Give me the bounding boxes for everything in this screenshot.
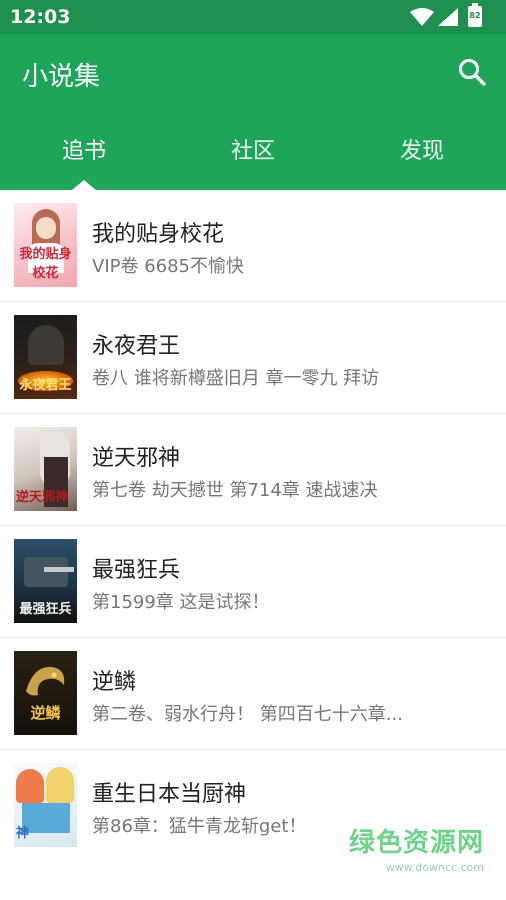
- book-cover: 神: [14, 763, 77, 847]
- book-cover: 逆鳞: [14, 651, 77, 735]
- tab-bar: 追书 社区 发现: [0, 130, 506, 190]
- book-list: 我的贴身校花 我的贴身校花 VIP卷 6685不愉快 永夜君王 永夜君王 卷八 …: [0, 190, 506, 862]
- watermark-name: 绿色资源网: [348, 828, 484, 858]
- status-icons: 82: [410, 3, 490, 28]
- book-title: 我的贴身校花: [92, 222, 225, 247]
- cover-title: 逆鳞: [30, 704, 61, 722]
- search-icon[interactable]: [456, 56, 488, 88]
- book-item[interactable]: 逆天邪神 逆天邪神 第七卷 劫天撼世 第714章 速战速决: [0, 414, 506, 526]
- book-cover: 我的贴身校花: [14, 203, 77, 287]
- book-cover: 最强狂兵: [14, 539, 77, 623]
- book-cover: 永夜君王: [14, 315, 77, 399]
- tab-shequ[interactable]: 社区: [169, 130, 337, 190]
- book-title: 永夜君王: [92, 334, 181, 359]
- status-bar: 12:03 82: [0, 0, 506, 34]
- tab-label: 发现: [399, 139, 444, 164]
- battery-level: 82: [469, 11, 481, 20]
- book-item[interactable]: 我的贴身校花 我的贴身校花 VIP卷 6685不愉快: [0, 190, 506, 302]
- app-bar: 小说集 追书 社区 发现: [0, 34, 506, 190]
- wifi-icon: [410, 8, 434, 26]
- book-latest-chapter: VIP卷 6685不愉快: [92, 256, 245, 277]
- book-title: 重生日本当厨神: [92, 782, 247, 807]
- cover-title: 永夜君王: [19, 378, 72, 393]
- status-time: 12:03: [10, 6, 71, 28]
- book-title: 逆天邪神: [92, 446, 181, 471]
- book-item[interactable]: 永夜君王 永夜君王 卷八 谁将新樽盛旧月 章一零九 拜访: [0, 302, 506, 414]
- book-latest-chapter: 卷八 谁将新樽盛旧月 章一零九 拜访: [92, 368, 380, 389]
- tab-faxian[interactable]: 发现: [338, 130, 506, 190]
- tab-active-indicator: [72, 180, 96, 190]
- book-title: 最强狂兵: [92, 558, 181, 583]
- book-item[interactable]: 逆鳞 逆鳞 第二卷、弱水行舟！ 第四百七十六章...: [0, 638, 506, 750]
- book-latest-chapter: 第86章：猛牛青龙斩get！: [92, 816, 307, 837]
- book-cover: 逆天邪神: [14, 427, 77, 511]
- cover-title: 神: [16, 826, 30, 841]
- tab-label: 追书: [61, 139, 106, 164]
- book-latest-chapter: 第二卷、弱水行舟！ 第四百七十六章...: [92, 704, 403, 725]
- app-title: 小说集: [22, 62, 101, 92]
- book-latest-chapter: 第1599章 这是试探！: [92, 592, 270, 613]
- book-item[interactable]: 最强狂兵 最强狂兵 第1599章 这是试探！: [0, 526, 506, 638]
- watermark: 绿色资源网 www.downcc.com: [349, 822, 484, 874]
- book-latest-chapter: 第七卷 劫天撼世 第714章 速战速决: [92, 480, 378, 501]
- book-title: 逆鳞: [92, 670, 137, 695]
- tab-label: 社区: [230, 139, 275, 164]
- cover-title: 我的贴身校花: [19, 247, 72, 281]
- cover-title: 逆天邪神: [16, 490, 69, 505]
- watermark-url: www.downcc.com: [385, 861, 484, 874]
- signal-icon: [438, 8, 458, 26]
- tab-zhuishu[interactable]: 追书: [0, 130, 168, 190]
- cover-title: 最强狂兵: [19, 602, 72, 617]
